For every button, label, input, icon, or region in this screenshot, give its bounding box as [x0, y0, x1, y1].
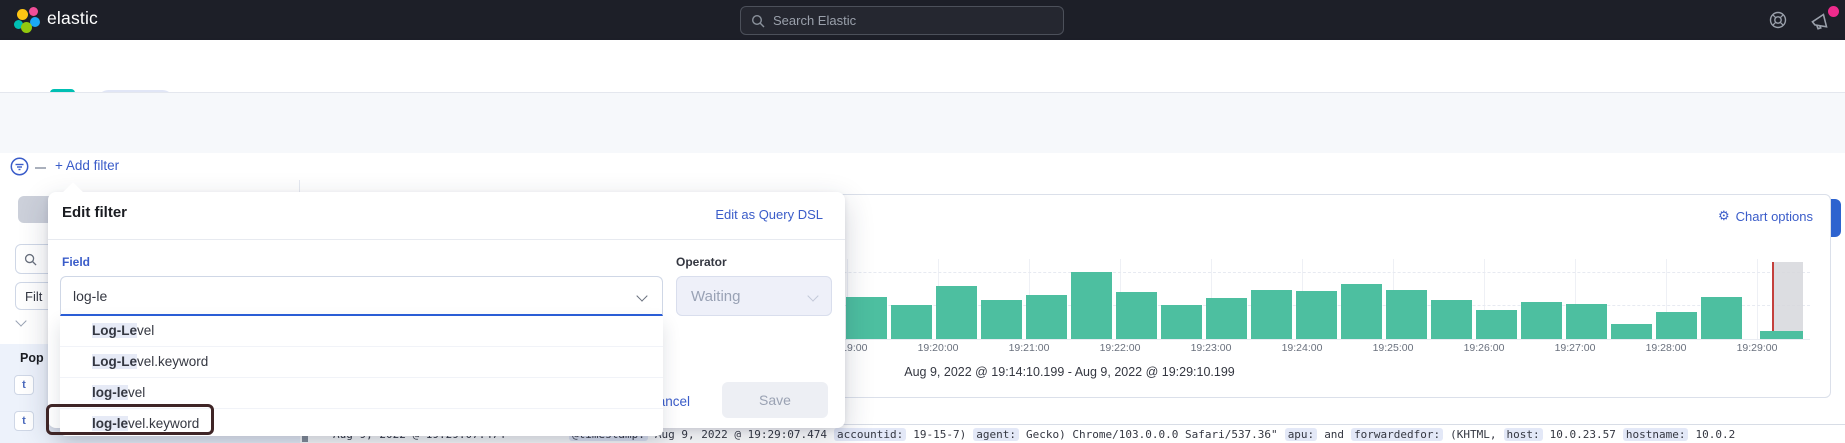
source-field-name: agent: — [973, 428, 1019, 441]
elastic-logo[interactable] — [14, 7, 40, 33]
annotation-highlight-box — [46, 404, 214, 435]
field-option-log-level[interactable]: Log-Level — [60, 316, 663, 346]
x-axis-tick: 19:20:00 — [903, 342, 973, 354]
option-rest-text: vel.keyword — [137, 354, 208, 369]
field-combobox[interactable]: log-le — [60, 276, 663, 316]
source-field-name: accountid: — [834, 428, 906, 441]
chevron-down-icon[interactable] — [15, 315, 26, 326]
row-source-preview: @timestamp:Aug 9, 2022 @ 19:29:07.474acc… — [569, 428, 1735, 441]
search-icon — [751, 14, 765, 28]
histogram-bar[interactable] — [891, 305, 932, 339]
logo-dot — [21, 22, 32, 33]
gear-icon: ⚙ — [1718, 208, 1730, 224]
partial-bucket-zone — [1774, 262, 1803, 339]
popular-fields-title: Pop — [20, 351, 44, 365]
edit-filter-popup: Edit filter Edit as Query DSL Field Oper… — [48, 192, 845, 428]
histogram-bar[interactable] — [1656, 312, 1697, 339]
operator-placeholder: Waiting — [691, 288, 809, 305]
option-rest-text: vel — [137, 323, 154, 338]
source-field-value: (KHTML, — [1450, 428, 1496, 441]
search-icon — [24, 253, 37, 266]
logo-dot — [17, 9, 28, 20]
histogram-bar[interactable] — [1611, 324, 1652, 339]
operator-label: Operator — [676, 255, 727, 269]
x-axis-tick: 19:21:00 — [994, 342, 1064, 354]
histogram-bar[interactable] — [1431, 300, 1472, 339]
field-type-badge-text: t — [14, 375, 34, 395]
histogram-bar[interactable] — [1251, 290, 1292, 339]
x-axis-tick: 19:22:00 — [1085, 342, 1155, 354]
histogram-bar[interactable] — [846, 297, 887, 339]
x-axis-tick: 19:23:00 — [1176, 342, 1246, 354]
source-field-name: hostname: — [1623, 428, 1689, 441]
histogram-bar[interactable] — [1296, 291, 1337, 339]
global-header: elastic Search Elastic — [0, 0, 1845, 40]
option-match-text: log-le — [92, 385, 128, 400]
source-field-name: host: — [1504, 428, 1543, 441]
field-option-log-level.keyword[interactable]: Log-Level.keyword — [60, 346, 663, 377]
histogram-bar[interactable] — [1116, 292, 1157, 339]
field-label: Field — [62, 255, 90, 269]
histogram-bar[interactable] — [1206, 298, 1247, 339]
histogram-bar[interactable] — [1026, 295, 1067, 339]
query-bar: Search KQL Last 15 minutes Show dates — [0, 92, 1845, 153]
histogram-bar[interactable] — [1701, 297, 1742, 339]
global-search-placeholder: Search Elastic — [773, 13, 856, 28]
histogram-bar[interactable] — [936, 286, 977, 339]
add-filter-link[interactable]: + Add filter — [55, 158, 119, 173]
histogram-bar[interactable] — [1341, 284, 1382, 339]
help-icon[interactable] — [1768, 10, 1788, 30]
x-axis-tick: 19:28:00 — [1631, 342, 1701, 354]
app-nav-bar: D Discover OptionsNewOpenShareInspect Sa… — [0, 40, 1845, 93]
histogram-bar[interactable] — [1386, 290, 1427, 339]
source-field-value: Gecko) Chrome/103.0.0.0 Safari/537.36" — [1026, 428, 1278, 441]
popup-divider — [48, 239, 845, 240]
histogram-bar[interactable] — [1476, 310, 1517, 339]
histogram-bar[interactable] — [1161, 305, 1202, 339]
source-field-name: forwardedfor: — [1351, 428, 1443, 441]
field-type-badge-text: t — [14, 411, 34, 431]
source-field-value: 10.0.2 — [1695, 428, 1735, 441]
global-search-input[interactable]: Search Elastic — [740, 6, 1064, 35]
source-field-value: 19-15-7) — [913, 428, 966, 441]
chevron-down-icon — [807, 290, 818, 301]
histogram-bar[interactable] — [981, 300, 1022, 339]
x-axis-tick: 19:26:00 — [1449, 342, 1519, 354]
chart-options-link[interactable]: ⚙ Chart options — [1718, 208, 1813, 224]
chevron-down-icon[interactable] — [636, 290, 647, 301]
source-field-value: and — [1324, 428, 1344, 441]
filter-icon[interactable] — [10, 157, 29, 176]
popup-title: Edit filter — [62, 204, 127, 221]
source-field-name: apu: — [1285, 428, 1318, 441]
option-match-text: Log-Le — [92, 323, 137, 338]
brand-text: elastic — [47, 8, 98, 29]
operator-select-disabled[interactable]: Waiting — [676, 276, 832, 316]
option-match-text: Log-Le — [92, 354, 137, 369]
chart-options-label: Chart options — [1736, 209, 1813, 224]
notification-dot — [1828, 6, 1839, 17]
histogram-bar[interactable] — [1760, 331, 1803, 339]
logo-dot — [29, 7, 38, 16]
current-time-marker — [1772, 262, 1774, 339]
x-axis-tick: 19:29:00 — [1722, 342, 1792, 354]
source-field-value: 10.0.23.57 — [1550, 428, 1616, 441]
histogram-bar[interactable] — [1521, 302, 1562, 339]
save-filter-label: Save — [759, 392, 791, 408]
x-axis-tick: 19:25:00 — [1358, 342, 1428, 354]
edit-as-query-dsl-link[interactable]: Edit as Query DSL — [715, 207, 823, 222]
save-filter-button-disabled[interactable]: Save — [722, 382, 828, 418]
filter-bar-dash — [35, 167, 46, 169]
histogram-bar[interactable] — [1566, 304, 1607, 339]
source-field-value: Aug 9, 2022 @ 19:29:07.474 — [655, 428, 827, 441]
field-combobox-value: log-le — [73, 288, 638, 304]
x-axis-tick: 19:27:00 — [1540, 342, 1610, 354]
field-type-filter-label: Filt — [25, 289, 42, 304]
histogram-bar[interactable] — [1071, 272, 1112, 339]
discover-app: elastic Search Elastic — [0, 0, 1845, 443]
option-rest-text: vel — [128, 385, 145, 400]
x-axis-tick: 19:24:00 — [1267, 342, 1337, 354]
